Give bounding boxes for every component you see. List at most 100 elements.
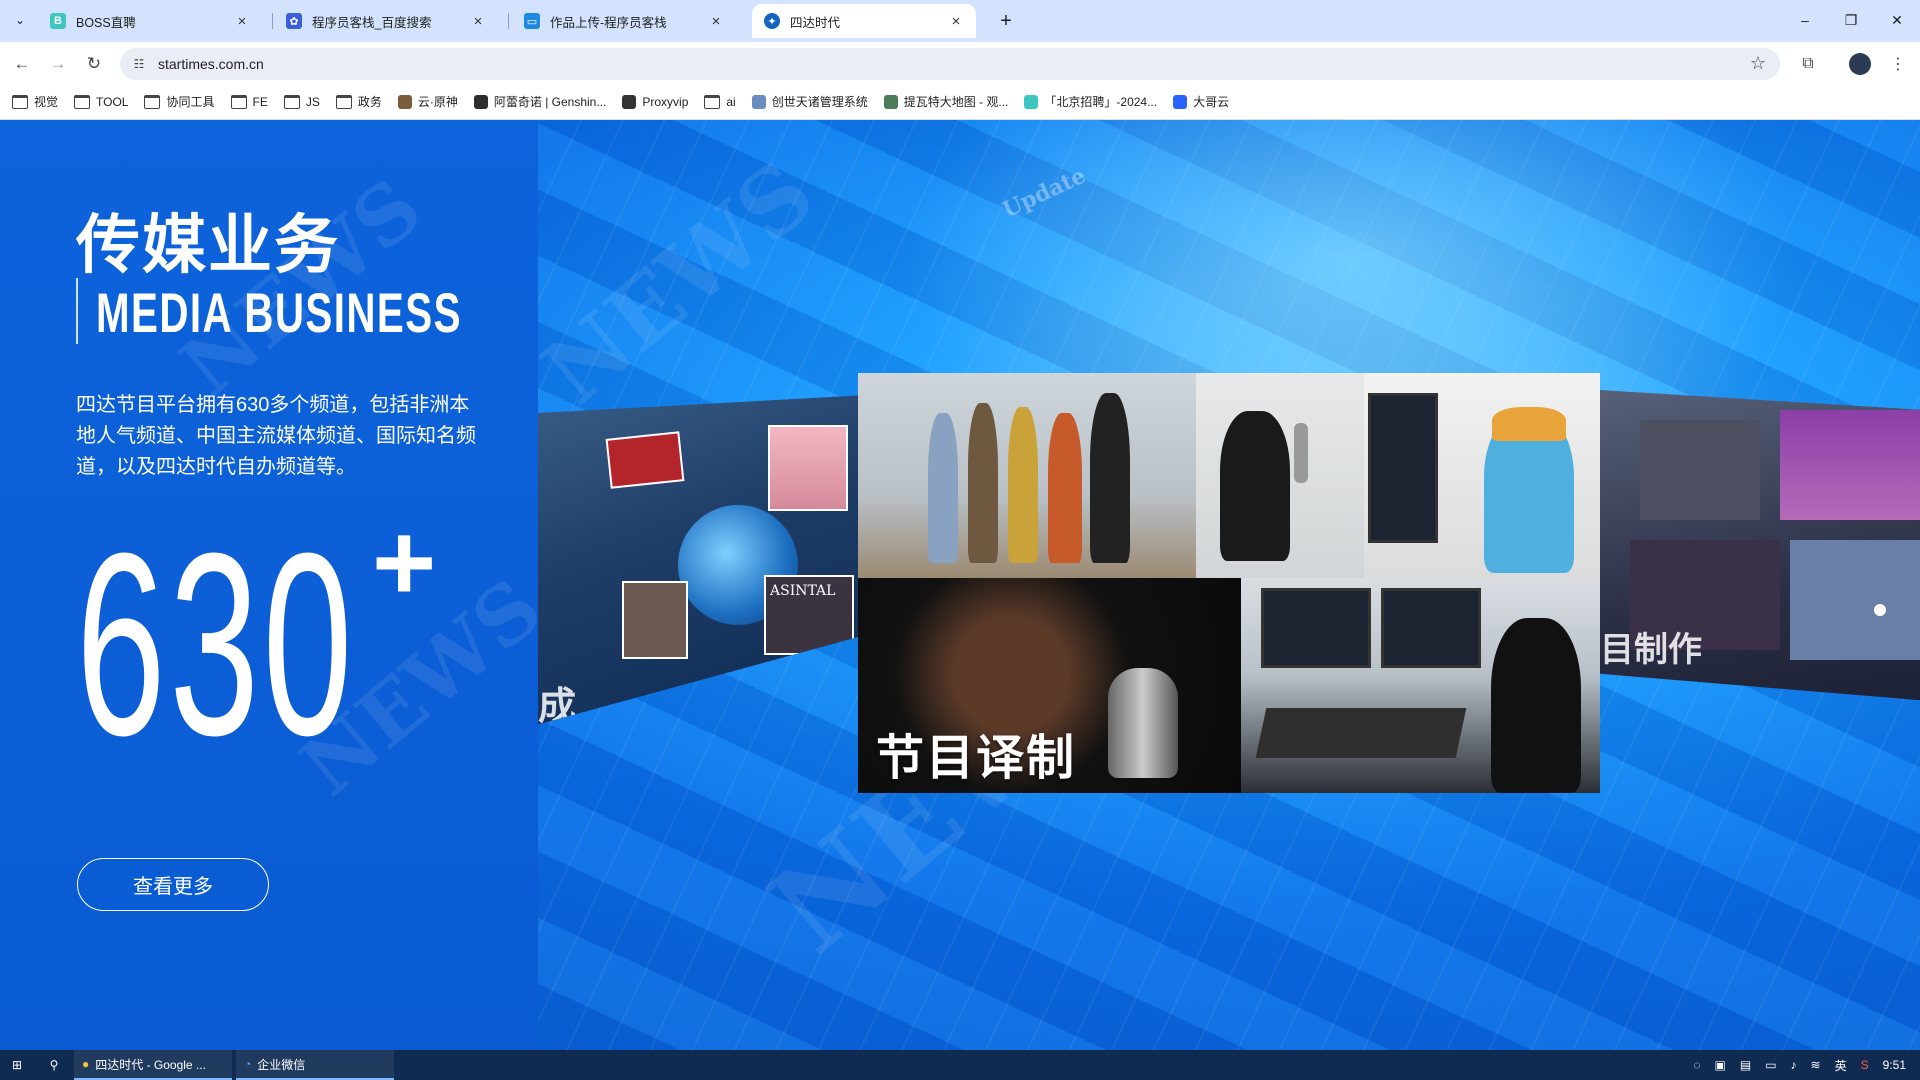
bookmark-item[interactable]: FE [230,94,268,109]
monitor-graphic [1261,588,1371,668]
bookmark-label: Proxyvip [642,94,689,109]
system-tray: ◌ ▣ ▤ ▭ ♪ ≋ 英 S 9:51 [1686,1050,1920,1080]
address-bar[interactable]: ☷ startimes.com.cn ☆ [120,48,1780,80]
tab-strip: ⌄ B BOSS直聘 × ✿ 程序员客栈_百度搜索 × ▭ 作品上传-程序员客栈… [0,0,1920,42]
carousel-card-right[interactable]: 目制作 [1600,390,1920,701]
site-favicon-icon [751,94,766,109]
taskbar-app-wecom[interactable]: ◔ 企业微信 [236,1050,394,1080]
voice-actor-photo [1196,373,1364,578]
bookmark-item[interactable]: TOOL [74,94,129,109]
windows-taskbar: ⊞ ⚲ ● 四达时代 - Google ... ◔ 企业微信 ◌ ▣ ▤ ▭ ♪… [0,1050,1920,1080]
bookmark-item[interactable]: ai [704,94,736,109]
site-info-icon[interactable]: ☷ [130,55,148,73]
bookmark-item[interactable]: 创世天诸管理系统 [751,93,868,110]
folder-icon [283,94,300,109]
basketball-thumbnail [1640,420,1760,520]
clock[interactable]: 9:51 [1883,1058,1906,1072]
carousel-card-main[interactable]: 节目译制 [858,373,1600,793]
tab-baidu-search[interactable]: ✿ 程序员客栈_百度搜索 × [274,4,498,38]
restore-button[interactable]: ❐ [1828,8,1874,32]
chevron-down-icon: ⌄ [14,13,26,27]
bookmark-label: 云·原神 [417,95,458,109]
bookmark-item[interactable]: 政务 [335,93,382,110]
carousel-right-label: 目制作 [1600,631,1702,669]
studio-woman-photo [1364,373,1600,578]
app-tray-icon[interactable]: ▣ [1715,1058,1726,1072]
microphone-icon [1108,668,1178,778]
title-divider [76,278,78,344]
site-favicon-icon [1173,94,1188,109]
bookmark-star-icon[interactable]: ☆ [1750,53,1766,74]
reload-button[interactable]: ↻ [80,50,108,78]
power-icon[interactable]: ▭ [1765,1058,1776,1072]
page-content: NEWS NEWS Update NEWS NEWS 传媒业务 MEDIA BU… [0,120,1920,1050]
tab-separator [508,13,509,29]
profile-button[interactable] [1846,50,1874,78]
taskbar-app-label: 企业微信 [257,1057,306,1072]
bookmark-label: JS [305,94,320,109]
carousel-indicator-dot[interactable] [1874,604,1886,616]
person-figure [968,403,998,563]
wifi-icon[interactable]: ≋ [1811,1058,1821,1072]
close-icon[interactable]: × [948,13,964,30]
search-icon[interactable]: ⚲ [34,1050,74,1080]
bookmark-label: TOOL [96,94,129,109]
taskbar-app-chrome[interactable]: ● 四达时代 - Google ... [74,1050,232,1080]
bookmark-item[interactable]: JS [283,94,320,109]
carousel-main-label: 节目译制 [876,732,1077,785]
sports-thumbnail [605,431,685,489]
sogou-icon[interactable]: S [1861,1058,1869,1072]
bookmark-label: ai [726,94,736,109]
section-subtitle: MEDIA BUSINESS [96,281,462,344]
show-thumbnail [1780,410,1920,520]
person-figure [1491,618,1581,793]
bookmark-label: 阿蕾奇诺 | Genshin... [493,95,607,109]
bookmark-label: 创世天诸管理系统 [771,95,868,109]
close-icon[interactable]: × [470,13,486,30]
folder-icon [704,94,721,109]
tab-startimes[interactable]: ✦ 四达时代 × [752,4,976,38]
bookmark-item[interactable]: 阿蕾奇诺 | Genshin... [473,93,607,110]
tab-title: 四达时代 [790,15,841,30]
bookmark-item[interactable]: Proxyvip [622,94,689,109]
browser-toolbar: ← → ↻ ☷ startimes.com.cn ☆ ⧉ ⋮ [0,42,1920,84]
tab-boss[interactable]: B BOSS直聘 × [38,4,262,38]
bookmark-item[interactable]: 协同工具 [144,93,215,110]
forward-button[interactable]: → [44,50,72,78]
site-favicon-icon [883,94,898,109]
bookmark-item[interactable]: 视觉 [12,93,58,110]
boss-favicon-icon: B [50,13,66,29]
bookmark-item[interactable]: 大哥云 [1173,93,1229,110]
section-description: 四达节目平台拥有630多个频道，包括非洲本地人气频道、中国主流媒体频道、国际知名… [76,394,476,478]
tab-upload[interactable]: ▭ 作品上传-程序员客栈 × [512,4,736,38]
network-status-icon[interactable]: ◌ [1693,1058,1700,1072]
menu-kebab-icon[interactable]: ⋮ [1884,50,1912,78]
tab-search-button[interactable]: ⌄ [8,9,32,31]
close-window-button[interactable]: ✕ [1874,8,1920,32]
extensions-icon[interactable]: ⧉ [1794,50,1822,78]
minimize-button[interactable]: – [1782,8,1828,32]
ime-indicator[interactable]: 英 [1835,1057,1847,1074]
site-favicon-icon [622,94,637,109]
monitor-graphic [1368,393,1438,543]
close-icon[interactable]: × [708,13,724,30]
view-more-button[interactable]: 查看更多 [77,858,269,911]
globe-icon: ✦ [764,13,780,29]
folder-icon [144,94,161,109]
person-figure [1090,393,1130,563]
windows-start-icon[interactable]: ⊞ [0,1050,34,1080]
bookmark-item[interactable]: 提瓦特大地图 - 观... [883,93,1009,110]
new-tab-button[interactable]: + [994,9,1018,33]
bookmark-label: 大哥云 [1193,95,1230,109]
folder-icon [12,94,28,109]
volume-icon[interactable]: ♪ [1791,1058,1797,1072]
back-button[interactable]: ← [8,50,36,78]
bookmark-label: 提瓦特大地图 - 观... [903,95,1009,109]
app-tray-icon[interactable]: ▤ [1740,1058,1751,1072]
close-icon[interactable]: × [234,13,250,30]
bookmark-label: 「北京招聘」-2024... [1044,95,1158,109]
microphone-icon [1294,423,1308,483]
url-text: startimes.com.cn [158,56,264,72]
bookmark-item[interactable]: 「北京招聘」-2024... [1024,93,1157,110]
bookmark-item[interactable]: 云·原神 [397,93,458,110]
